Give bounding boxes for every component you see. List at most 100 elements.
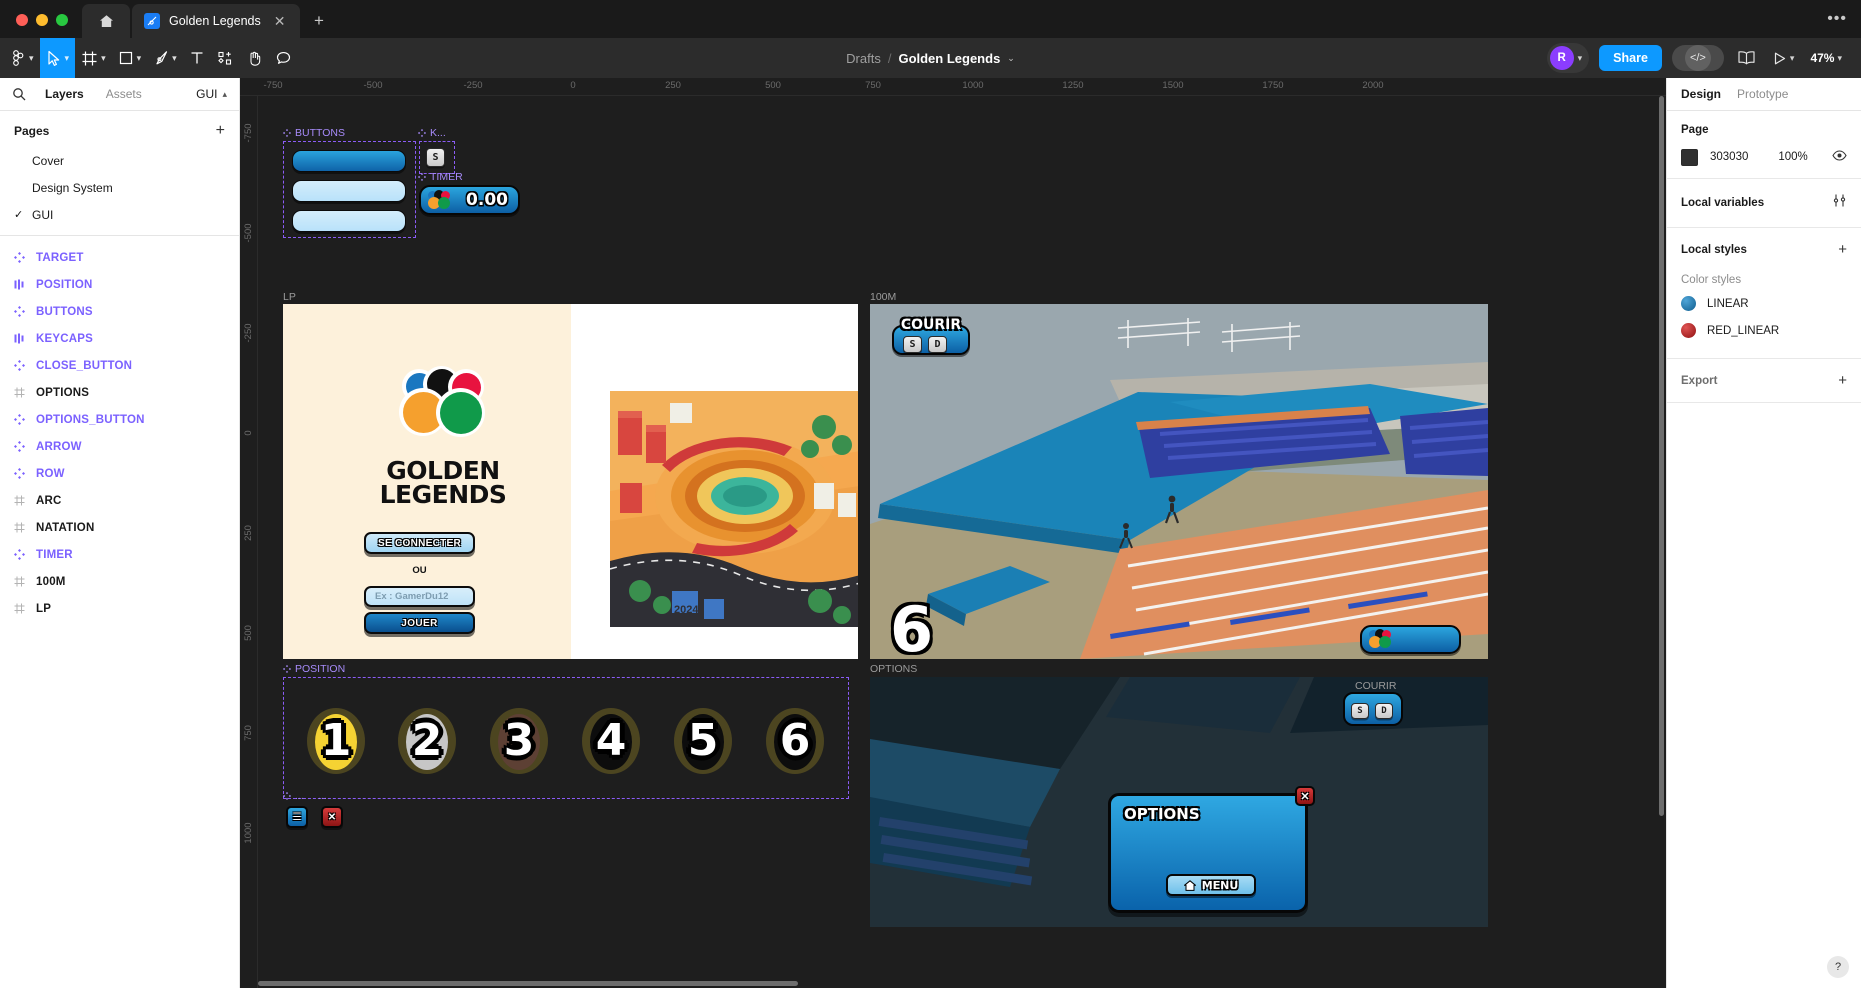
options-close-button[interactable]: ✕: [1295, 786, 1315, 806]
lp-frame[interactable]: GOLDEN LEGENDS SE CONNECTER OU Ex : Game…: [283, 304, 858, 659]
new-tab-button[interactable]: +: [300, 4, 338, 38]
vertical-scrollbar[interactable]: [1659, 96, 1664, 816]
tab-design[interactable]: Design: [1681, 87, 1721, 101]
file-tab-golden-legends[interactable]: Golden Legends ✕: [132, 4, 300, 38]
frame-label-position[interactable]: POSITION: [283, 663, 345, 675]
canvas-viewport[interactable]: BUTTONS K... S TIMER 0.00 LP GOLDEN LEGE…: [258, 96, 1666, 988]
medal-4[interactable]: 4: [582, 708, 640, 774]
layer-row-position[interactable]: POSITION: [0, 271, 239, 298]
share-button[interactable]: Share: [1599, 45, 1662, 71]
home-tab[interactable]: [82, 4, 130, 38]
options-menu-button[interactable]: MENU: [1166, 874, 1256, 896]
m100-frame[interactable]: COURIR S D 6: [870, 304, 1488, 659]
window-overflow-menu[interactable]: •••: [1827, 10, 1847, 28]
layer-row-100m[interactable]: 100M: [0, 568, 239, 595]
keycap-s[interactable]: S: [903, 336, 922, 353]
button-variant-light-1[interactable]: [292, 180, 406, 202]
layer-row-timer[interactable]: TIMER: [0, 541, 239, 568]
layer-row-natation[interactable]: NATATION: [0, 514, 239, 541]
layer-row-options-button[interactable]: OPTIONS_BUTTON: [0, 406, 239, 433]
medal-5[interactable]: 5: [674, 708, 732, 774]
add-export-button[interactable]: +: [1838, 373, 1847, 388]
page-selector[interactable]: GUI ▴: [196, 87, 227, 101]
chevron-down-icon[interactable]: ⌄: [1007, 53, 1015, 64]
frame-label-keycaps[interactable]: K...: [418, 127, 446, 139]
keycap-d[interactable]: D: [1375, 703, 1393, 719]
medal-6[interactable]: 6: [766, 708, 824, 774]
avatar-group[interactable]: R ▾: [1546, 43, 1590, 73]
chevron-down-icon[interactable]: ▾: [1790, 53, 1795, 64]
color-style-linear[interactable]: LINEAR: [1667, 290, 1861, 317]
pen-tool-button[interactable]: ▾: [147, 38, 183, 78]
options-button-component[interactable]: ☰: [286, 806, 308, 828]
tab-layers[interactable]: Layers: [34, 87, 95, 101]
button-variant-light-2[interactable]: [292, 210, 406, 232]
tab-prototype[interactable]: Prototype: [1737, 87, 1788, 101]
page-color-opacity[interactable]: 100%: [1778, 151, 1807, 163]
frame-label-options[interactable]: OPTIONS: [870, 663, 917, 675]
login-button[interactable]: SE CONNECTER: [364, 532, 475, 554]
nickname-input[interactable]: Ex : GamerDu12: [364, 586, 475, 607]
play-button[interactable]: JOUER: [364, 612, 475, 634]
courir-partial-pill[interactable]: S D: [1343, 692, 1403, 726]
maximize-window-button[interactable]: [56, 14, 68, 26]
library-button[interactable]: [1734, 50, 1759, 66]
frame-label-100m[interactable]: 100M: [870, 291, 896, 303]
present-button[interactable]: ▾: [1769, 51, 1798, 66]
frame-label-courir-partial[interactable]: COURIR: [1355, 680, 1396, 692]
help-button[interactable]: ?: [1827, 956, 1849, 978]
actions-tool-button[interactable]: [211, 38, 240, 78]
medal-2[interactable]: 2: [398, 708, 456, 774]
page-item-design-system[interactable]: Design System: [0, 174, 239, 201]
medal-3[interactable]: 3: [490, 708, 548, 774]
frame-label-lp[interactable]: LP: [283, 291, 296, 303]
zoom-menu[interactable]: 47% ▾: [1807, 51, 1845, 65]
chevron-down-icon[interactable]: ▾: [1578, 53, 1583, 64]
layer-row-buttons[interactable]: BUTTONS: [0, 298, 239, 325]
add-style-button[interactable]: +: [1838, 242, 1847, 257]
layer-row-arrow[interactable]: ARROW: [0, 433, 239, 460]
button-variant-blue[interactable]: [292, 150, 406, 172]
layer-row-arc[interactable]: ARC: [0, 487, 239, 514]
comment-tool-button[interactable]: [269, 38, 298, 78]
page-color-hex[interactable]: 303030: [1710, 151, 1748, 163]
search-icon[interactable]: [12, 87, 34, 101]
layer-row-keycaps[interactable]: KEYCAPS: [0, 325, 239, 352]
frame-label-options-button[interactable]: ...: [283, 790, 304, 802]
dev-mode-toggle[interactable]: </>: [1671, 45, 1724, 71]
frame-label-buttons[interactable]: BUTTONS: [283, 127, 345, 139]
close-window-button[interactable]: [16, 14, 28, 26]
timer-component[interactable]: 0.00: [419, 185, 520, 215]
breadcrumb-file[interactable]: Golden Legends: [898, 51, 1000, 66]
layer-row-target[interactable]: TARGET: [0, 244, 239, 271]
canvas-area[interactable]: -750 -500 -250 0 250 500 750 1000 1250 1…: [240, 78, 1666, 988]
sliders-icon[interactable]: [1832, 193, 1847, 213]
position-component-bounds[interactable]: [283, 677, 849, 799]
minimize-window-button[interactable]: [36, 14, 48, 26]
page-item-gui[interactable]: ✓ GUI: [0, 201, 239, 228]
add-page-button[interactable]: +: [216, 123, 225, 139]
color-style-red-linear[interactable]: RED_LINEAR: [1667, 317, 1861, 344]
keycap-s[interactable]: S: [1351, 703, 1369, 719]
options-dialog[interactable]: OPTIONS ✕ MENU: [1108, 786, 1315, 913]
keycap-s[interactable]: S: [426, 148, 445, 167]
close-button-component[interactable]: ✕: [321, 806, 343, 828]
close-icon[interactable]: ✕: [274, 14, 286, 28]
frame-label-timer[interactable]: TIMER: [418, 171, 463, 183]
eye-icon[interactable]: [1832, 148, 1847, 166]
page-item-cover[interactable]: Cover: [0, 147, 239, 174]
courir-control[interactable]: COURIR S D: [892, 317, 970, 355]
frame-tool-button[interactable]: ▾: [75, 38, 112, 78]
text-tool-button[interactable]: [183, 38, 211, 78]
medal-1[interactable]: 1: [307, 708, 365, 774]
horizontal-scrollbar[interactable]: [258, 981, 798, 986]
move-tool-button[interactable]: ▾: [39, 38, 76, 78]
timer-instance[interactable]: [1360, 625, 1461, 654]
page-background-row[interactable]: 303030 100%: [1681, 148, 1847, 166]
color-swatch[interactable]: [1681, 148, 1698, 166]
frame-label-close-button[interactable]: ...: [318, 790, 327, 802]
layer-row-row[interactable]: ROW: [0, 460, 239, 487]
hand-tool-button[interactable]: [240, 38, 269, 78]
tab-assets[interactable]: Assets: [95, 87, 153, 101]
breadcrumb-project[interactable]: Drafts: [846, 51, 881, 66]
